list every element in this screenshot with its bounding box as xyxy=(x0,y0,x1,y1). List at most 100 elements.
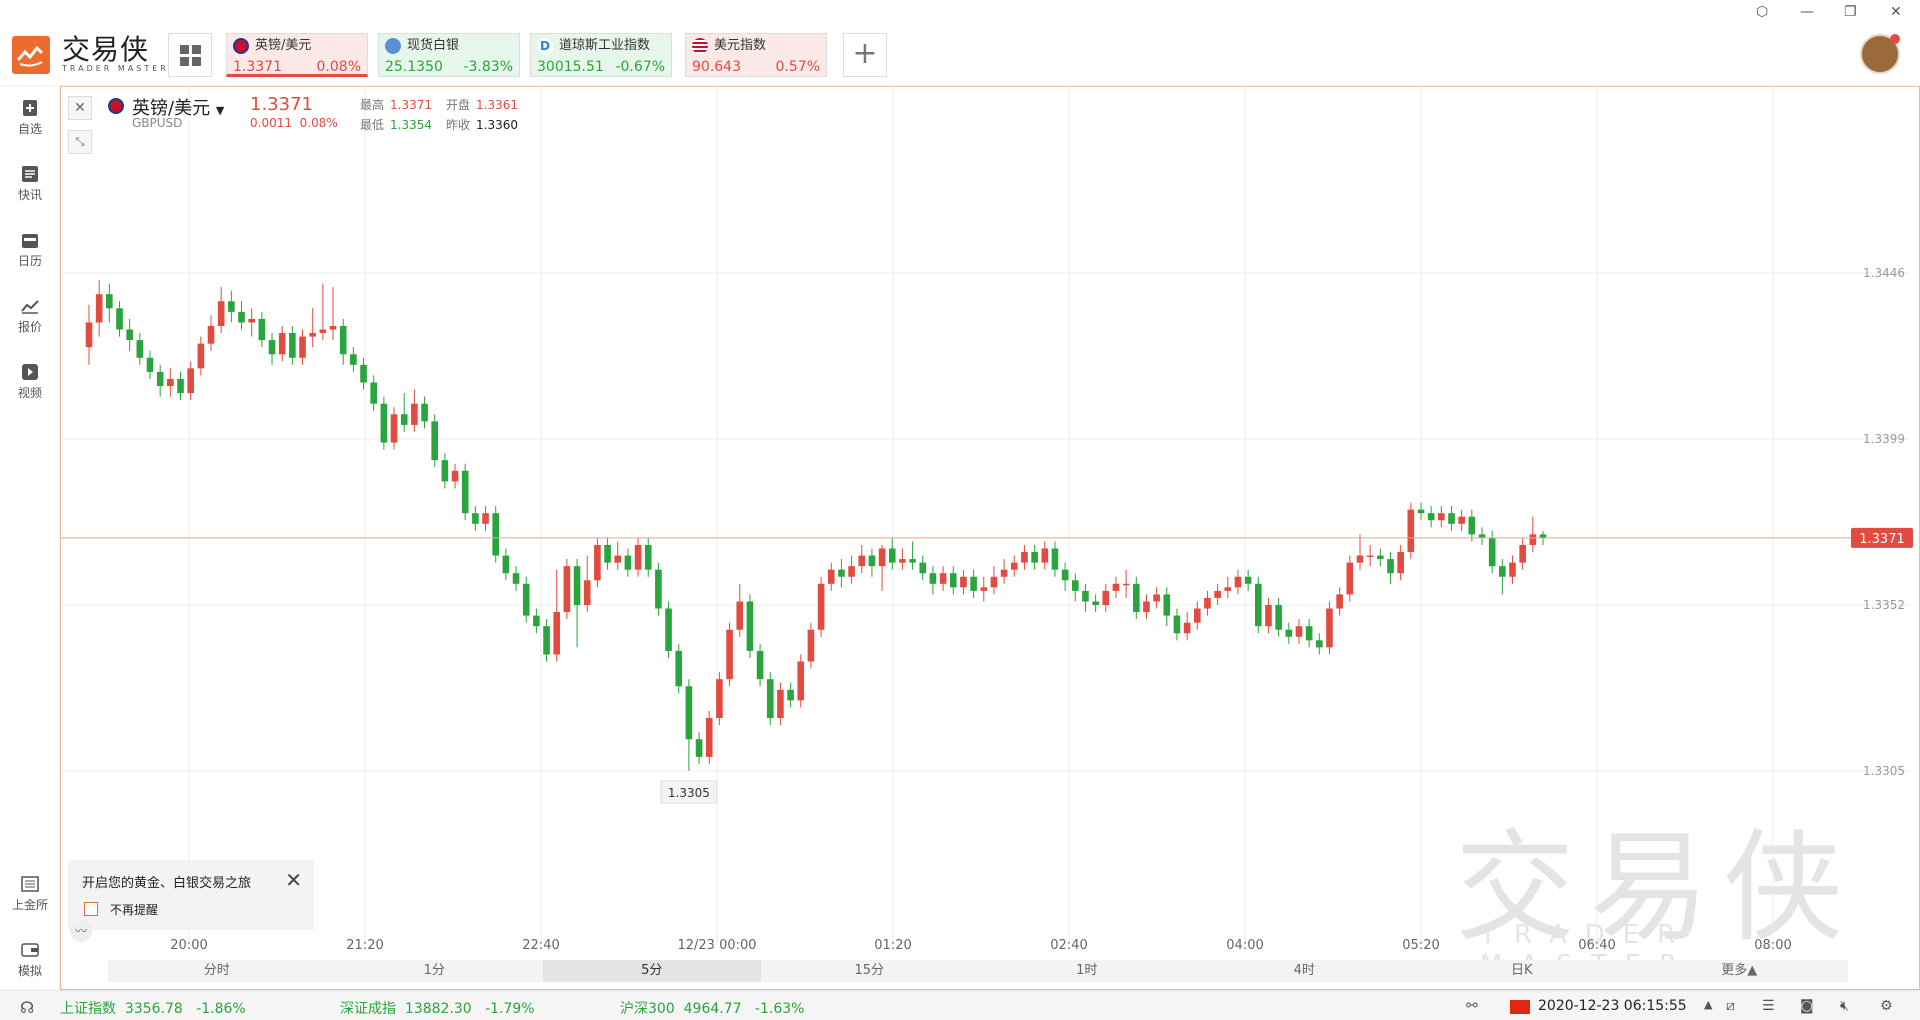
candle-body xyxy=(1265,605,1272,627)
candle-body xyxy=(268,340,276,355)
y-tick-label: 1.3446 xyxy=(1863,266,1905,280)
quote-tab-price: 25.1350 xyxy=(385,59,443,75)
candlestick-chart[interactable]: 1.3446 1.3399 1.3352 1.3305 20:00 21:20 22:40 1… xyxy=(61,87,1917,957)
candle-body xyxy=(736,601,744,630)
candle-body xyxy=(1468,516,1476,535)
candle-body xyxy=(1082,590,1089,602)
news-icon xyxy=(22,166,38,182)
grid-menu-button[interactable] xyxy=(168,33,212,77)
quote-tab-silver[interactable]: 现货白银 25.1350 -3.83% xyxy=(378,33,520,77)
tab-timeframe-active[interactable]: 5分 xyxy=(543,960,761,982)
index-sh[interactable]: 上证指数 3356.78 -1.86% xyxy=(60,998,246,1018)
settings-icon[interactable]: ⚙ xyxy=(1880,998,1893,1014)
candle-body xyxy=(1102,590,1110,605)
avatar[interactable] xyxy=(1860,34,1900,74)
list-icon[interactable]: ☰ xyxy=(1762,998,1775,1014)
collapse-icon[interactable]: ⤡ xyxy=(68,130,92,154)
candle-body xyxy=(136,340,144,358)
tab-more[interactable]: 更多▲ xyxy=(1631,960,1849,982)
y-tick-label: 1.3399 xyxy=(1863,432,1905,446)
mute-icon[interactable]: 🔇︎ xyxy=(1840,998,1849,1014)
connection-icon[interactable]: ⚯ xyxy=(1466,998,1478,1014)
candle-body xyxy=(228,301,235,312)
dont-remind-checkbox[interactable] xyxy=(84,902,98,916)
candle-body xyxy=(655,569,662,609)
chart-toggle-icon[interactable]: ⧄ xyxy=(1726,998,1735,1014)
index-sz[interactable]: 深证成指 13882.30 -1.79% xyxy=(340,998,535,1018)
candle-body xyxy=(675,650,683,687)
candle-body xyxy=(522,583,530,616)
logo-icon xyxy=(16,45,44,67)
candle-body xyxy=(106,294,113,309)
candle-body xyxy=(838,569,845,577)
close-window-icon[interactable]: ✕ xyxy=(1890,4,1902,20)
caret-up-icon[interactable]: ▲ xyxy=(1704,998,1712,1011)
tab-timeframe[interactable]: 1时 xyxy=(978,960,1196,982)
x-tick-label: 06:40 xyxy=(1578,938,1615,953)
candle-body xyxy=(1336,594,1343,609)
candle-body xyxy=(939,573,947,584)
indicator-icon[interactable]: 〰 xyxy=(70,920,92,942)
minimize-icon[interactable]: — xyxy=(1800,4,1814,20)
y-tick-label: 1.3352 xyxy=(1863,598,1905,612)
candle-body xyxy=(1356,555,1364,563)
candle-body xyxy=(390,414,398,443)
candle-body xyxy=(1021,552,1028,563)
quote-tab-dow[interactable]: D 道琼斯工业指数 30015.51 -0.67% xyxy=(530,33,672,77)
candle-body xyxy=(1346,562,1354,595)
candle-body xyxy=(85,322,93,348)
sidebar-item-news[interactable]: 快讯 xyxy=(0,166,60,203)
restore-icon[interactable]: ❐ xyxy=(1844,4,1857,20)
tab-timeframe[interactable]: 1分 xyxy=(326,960,544,982)
symbol-change: 0.0011 0.08% xyxy=(250,116,338,130)
candle-body xyxy=(604,544,611,563)
quote-tab-price: 30015.51 xyxy=(537,59,604,75)
candle-body xyxy=(583,580,591,605)
tab-timeframe[interactable]: 4时 xyxy=(1196,960,1414,982)
candle-body xyxy=(207,325,215,344)
tab-timeframe[interactable]: 日K xyxy=(1413,960,1631,982)
close-chart-button[interactable]: ✕ xyxy=(68,96,92,120)
sidebar-item-watchlist[interactable]: 自选 xyxy=(0,100,60,137)
sidebar-item-video[interactable]: 视频 xyxy=(0,364,60,401)
settings-cube-icon[interactable]: ⬡ xyxy=(1756,4,1768,20)
play-icon xyxy=(22,364,38,380)
candle-body xyxy=(1183,622,1191,634)
quote-tab-gbpusd[interactable]: 英镑/美元 1.3371 0.08% xyxy=(226,33,368,77)
quote-tab-name: 道琼斯工业指数 xyxy=(559,38,651,53)
sidebar-item-label: 快讯 xyxy=(17,188,42,202)
headset-icon[interactable]: ☊ xyxy=(20,998,34,1017)
app-logo xyxy=(12,36,50,74)
quote-tab-dxy[interactable]: 美元指数 90.643 0.57% xyxy=(685,33,827,77)
candle-body xyxy=(339,325,347,355)
index-hs300[interactable]: 沪深300 4964.77 -1.63% xyxy=(620,998,804,1018)
candle-body xyxy=(350,354,357,365)
calendar-icon xyxy=(22,234,38,248)
x-tick-label: 04:00 xyxy=(1226,938,1263,953)
popup-close-icon[interactable]: ✕ xyxy=(285,868,302,892)
brand-name: 交易侠 xyxy=(62,33,150,66)
candle-body xyxy=(431,421,439,461)
camera-icon[interactable]: ◙ xyxy=(1800,998,1814,1014)
add-quote-button[interactable]: + xyxy=(843,33,887,77)
candle-body xyxy=(492,513,500,556)
uk-flag-icon xyxy=(233,38,249,54)
tab-timeframe[interactable]: 分时 xyxy=(108,960,326,982)
tab-timeframe[interactable]: 15分 xyxy=(761,960,979,982)
candle-body xyxy=(156,371,164,387)
candle-body xyxy=(441,460,449,482)
sidebar-item-calendar[interactable]: 日历 xyxy=(0,232,60,269)
sidebar-item-sge[interactable]: 上金所 xyxy=(0,876,60,913)
candle-body xyxy=(116,308,123,330)
candle-body xyxy=(1132,583,1140,613)
candle-body xyxy=(1529,534,1537,545)
us-flag-icon xyxy=(692,38,708,54)
candle-body xyxy=(380,403,388,443)
candle-body xyxy=(309,333,316,337)
sidebar-item-quotes[interactable]: 报价 xyxy=(0,298,60,335)
candle-body xyxy=(1010,562,1018,570)
candle-body xyxy=(1071,580,1079,591)
sidebar-item-simulate[interactable]: 模拟 xyxy=(0,942,60,979)
candle-body xyxy=(1214,590,1221,598)
sidebar-item-label: 上金所 xyxy=(11,898,48,912)
